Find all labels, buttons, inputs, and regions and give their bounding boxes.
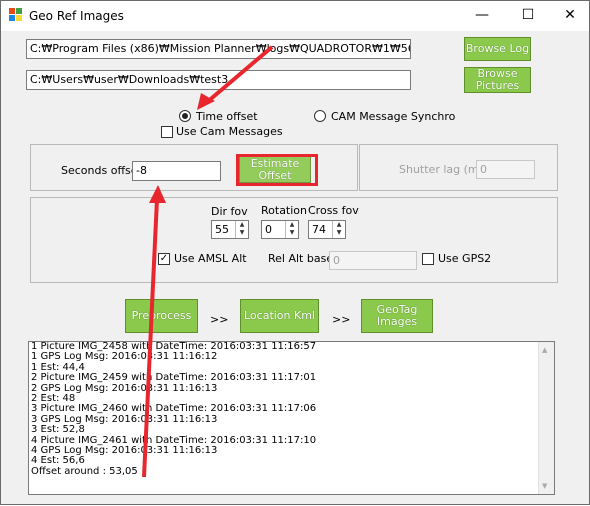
geo-ref-window: Geo Ref Images — ☐ ✕ C:₩Program Files (x…: [0, 0, 590, 505]
arrow-to-time-offset: [204, 45, 274, 105]
arrowhead-icon: [149, 185, 166, 203]
annotation-arrows: [142, 45, 274, 478]
arrow-to-seconds-offset: [142, 198, 159, 478]
